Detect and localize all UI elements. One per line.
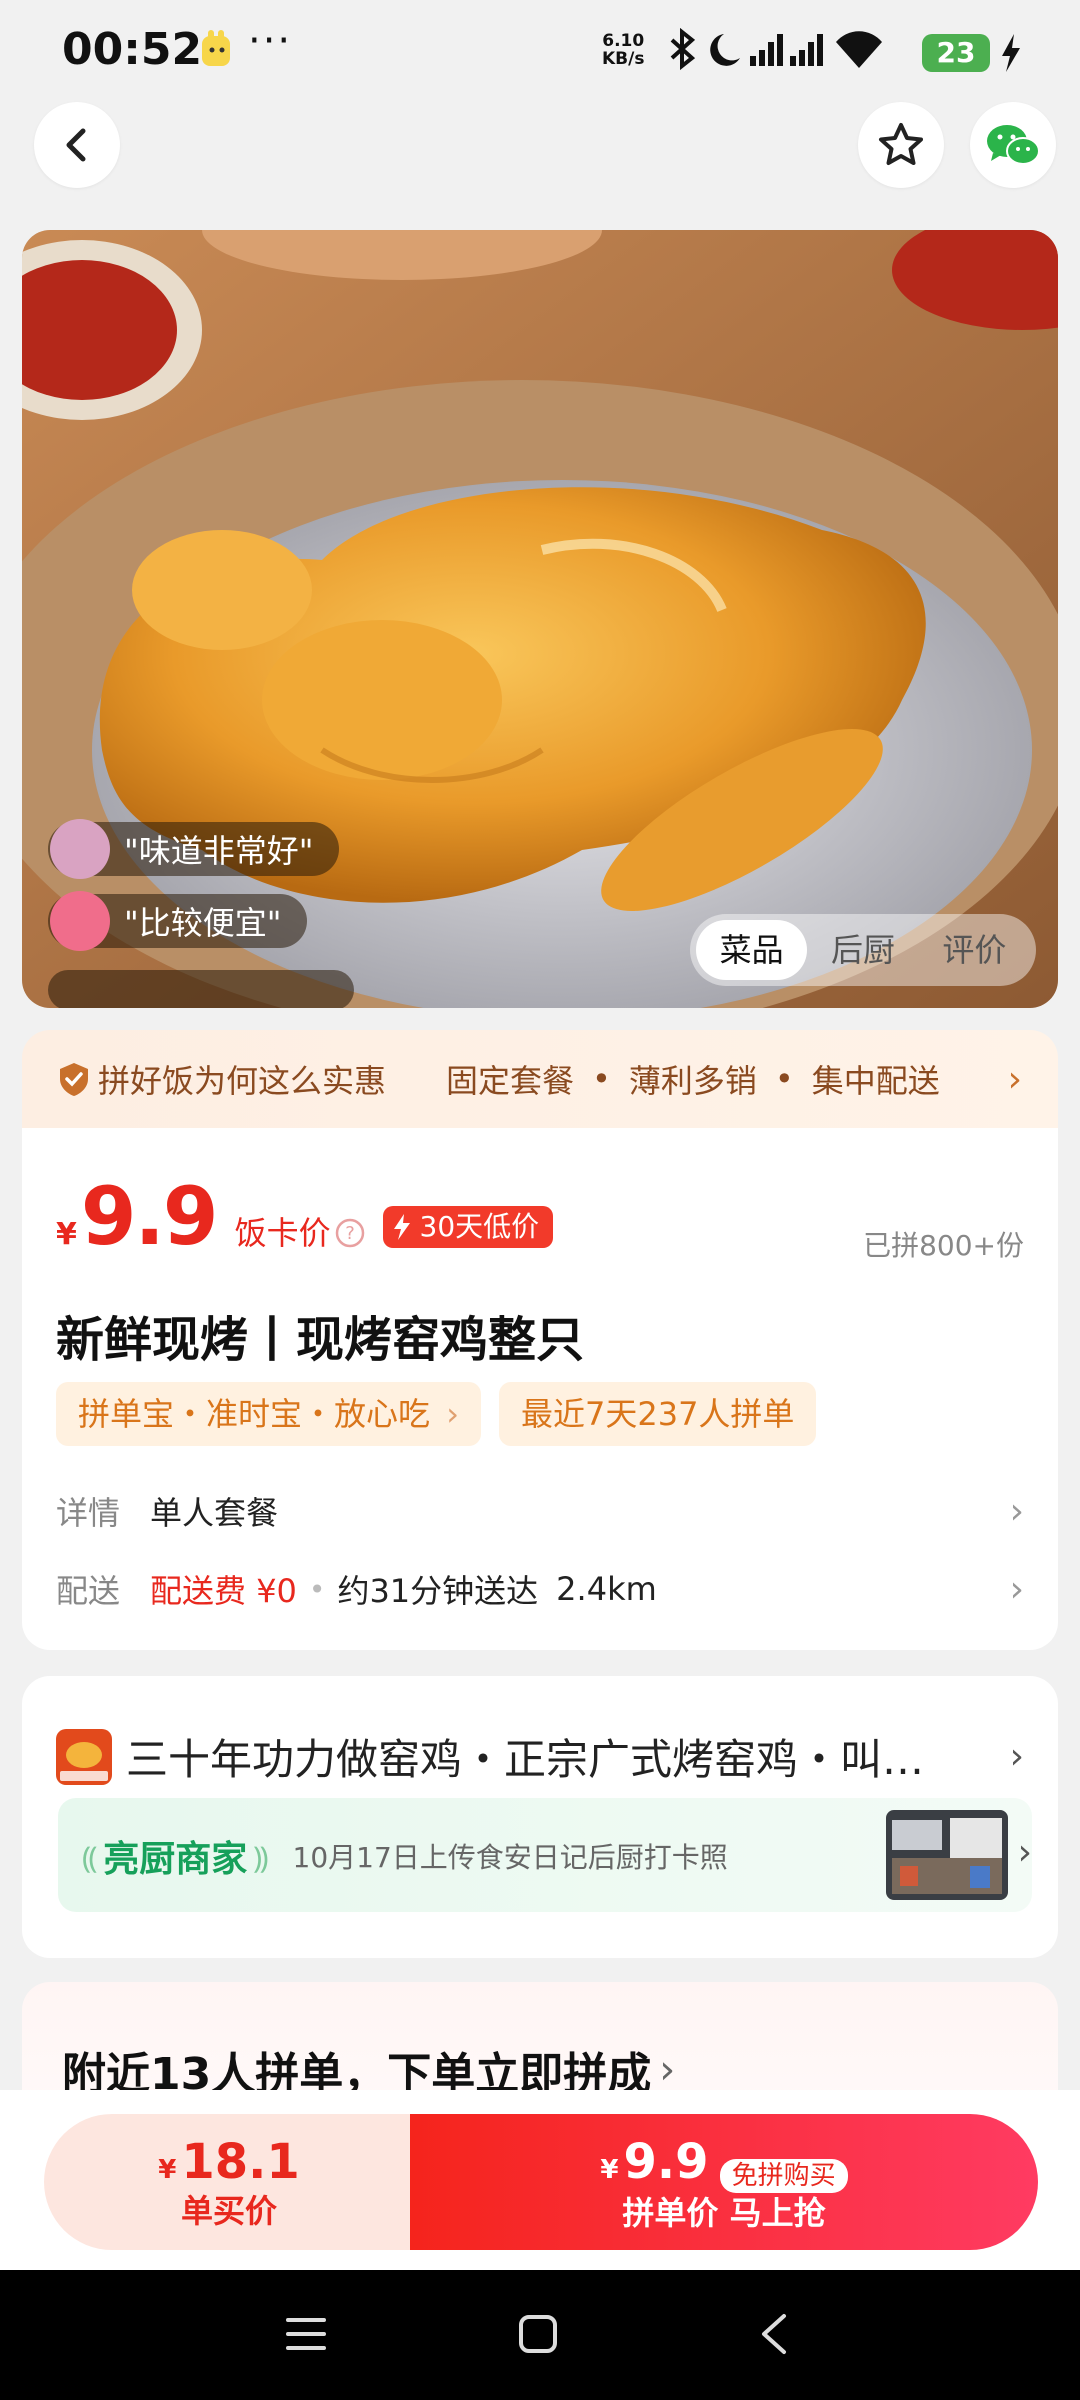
svg-text:?: ? xyxy=(345,1223,355,1244)
product-info-card: ¥ 9.9 饭卡价 ? 30天低价 已拼800+份 新鲜现烤丨现烤窑鸡整只 拼单… xyxy=(22,1128,1058,1650)
laurel-right-icon: ⸩ xyxy=(253,1840,269,1876)
delivery-distance: 2.4km xyxy=(556,1570,657,1608)
delivery-time: 约31分钟送达 xyxy=(337,1572,539,1610)
moon-icon xyxy=(710,34,740,66)
delivery-label: 配送 xyxy=(56,1572,121,1610)
price: 9.9 xyxy=(80,1170,219,1263)
comment-bubble: "味道非常好" xyxy=(48,819,340,879)
kitchen-banner[interactable]: ⸨ 亮厨商家 ⸩ 10月17日上传食安日记后厨打卡照 › xyxy=(58,1798,1032,1912)
shop-card[interactable]: 三十年功力做窑鸡・正宗广式烤窑鸡・叫… › ⸨ 亮厨商家 ⸩ 10月17日上传食… xyxy=(22,1676,1058,1958)
status-time: 00:52 xyxy=(62,24,203,75)
comment-bubble xyxy=(48,970,354,1008)
net-speed: 6.10 KB/s xyxy=(602,31,645,69)
sold-count: 已拼800+份 xyxy=(863,1229,1024,1262)
lightning-icon xyxy=(393,1214,410,1240)
group-label: 拼单价 马上抢 xyxy=(622,2194,826,2232)
kitchen-photo[interactable] xyxy=(886,1810,1008,1900)
comment-bubble: "比较便宜" xyxy=(48,891,308,951)
signal-2-icon xyxy=(790,34,823,66)
chevron-right-icon: › xyxy=(1009,1568,1024,1610)
avatar xyxy=(50,819,110,879)
status-icons xyxy=(670,28,882,71)
promo-point: 薄利多销 xyxy=(628,1062,757,1100)
group-price: 9.9 xyxy=(623,2134,709,2190)
menu-icon[interactable] xyxy=(286,2314,326,2354)
star-icon xyxy=(879,123,923,165)
single-label: 单买价 xyxy=(180,2192,277,2230)
low-price-badge: 30天低价 xyxy=(382,1206,554,1248)
recent-orders-chip: 最近7天237人拼单 xyxy=(498,1382,817,1446)
detail-value: 单人套餐 xyxy=(150,1494,279,1532)
back-icon xyxy=(66,128,86,162)
back-button[interactable] xyxy=(34,102,120,188)
laurel-left-icon: ⸨ xyxy=(82,1840,98,1876)
avatar xyxy=(50,891,110,951)
charging-icon xyxy=(1002,34,1020,72)
kitchen-text: 10月17日上传食安日记后厨打卡照 xyxy=(292,1841,728,1874)
group-buy-button[interactable]: ¥ 9.9 免拼购买 拼单价 马上抢 xyxy=(410,2114,1038,2250)
nav-back-icon[interactable] xyxy=(756,2312,792,2356)
product-image[interactable]: "味道非常好" "比较便宜" 菜品 后厨 评价 xyxy=(22,230,1058,1008)
single-buy-button[interactable]: ¥ 18.1 单买价 xyxy=(44,2114,414,2250)
price-row: ¥ 9.9 饭卡价 ? 30天低价 xyxy=(56,1170,554,1263)
chevron-right-icon: › xyxy=(1017,1832,1032,1873)
wechat-icon xyxy=(987,125,1040,165)
tab-kitchen[interactable]: 后厨 xyxy=(807,920,918,980)
price-label: 饭卡价 xyxy=(234,1214,331,1252)
system-nav-bar xyxy=(0,2270,1080,2400)
kitchen-title: 亮厨商家 xyxy=(103,1839,248,1880)
promo-point: 固定套餐 xyxy=(446,1062,575,1100)
shop-name: 三十年功力做窑鸡・正宗广式烤窑鸡・叫… xyxy=(126,1735,925,1784)
image-tabs: 菜品 后厨 评价 xyxy=(690,914,1036,986)
detail-label: 详情 xyxy=(56,1494,121,1532)
bottom-action-bar: ¥ 18.1 单买价 ¥ 9.9 免拼购买 拼单价 马上抢 xyxy=(0,2090,1080,2270)
chevron-right-icon: › xyxy=(659,2047,676,2093)
status-bar: 00:52 ··· 6.10 KB/s 23 xyxy=(0,0,1080,100)
delivery-fee: 配送费 ¥0 xyxy=(150,1572,297,1610)
bluetooth-icon xyxy=(670,28,696,71)
wifi-icon xyxy=(836,31,882,68)
favorite-button[interactable] xyxy=(858,102,944,188)
home-icon[interactable] xyxy=(518,2314,558,2354)
promo-dot: • xyxy=(592,1060,611,1098)
product-title: 新鲜现烤丨现烤窑鸡整只 xyxy=(56,1312,585,1368)
tab-reviews[interactable]: 评价 xyxy=(919,920,1030,980)
signal-icon xyxy=(750,34,783,66)
help-icon[interactable]: ? xyxy=(335,1218,365,1248)
promo-point: 集中配送 xyxy=(811,1062,940,1100)
app-notification-icon xyxy=(202,30,230,66)
detail-row[interactable]: 详情 单人套餐 › xyxy=(56,1488,1024,1534)
tab-dishes[interactable]: 菜品 xyxy=(696,920,808,980)
shop-logo xyxy=(56,1728,112,1785)
chip-row: 拼单宝・准时宝・放心吃 › 最近7天237人拼单 xyxy=(56,1382,817,1446)
promo-dot: • xyxy=(774,1060,794,1098)
chevron-right-icon: › xyxy=(446,1395,459,1433)
battery-icon: 23 xyxy=(922,34,990,72)
shield-icon xyxy=(60,1063,88,1096)
chevron-right-icon: › xyxy=(1007,1058,1022,1100)
currency-symbol: ¥ xyxy=(56,1217,77,1252)
roast-chicken-illustration xyxy=(22,230,1058,1008)
chevron-right-icon: › xyxy=(1009,1736,1024,1777)
separator-dot: • xyxy=(308,1572,326,1606)
delivery-row[interactable]: 配送 配送费 ¥0 • 约31分钟送达 2.4km › xyxy=(56,1566,1024,1612)
promo-label: 拼好饭为何这么实惠 xyxy=(98,1062,387,1100)
promo-strip[interactable]: 拼好饭为何这么实惠 固定套餐 • 薄利多销 • 集中配送 › xyxy=(22,1030,1058,1128)
status-more-icon: ··· xyxy=(248,18,293,64)
chevron-right-icon: › xyxy=(1009,1490,1024,1532)
shop-row[interactable]: 三十年功力做窑鸡・正宗广式烤窑鸡・叫… › xyxy=(56,1726,1024,1787)
guarantee-chip[interactable]: 拼单宝・准时宝・放心吃 › xyxy=(56,1382,481,1446)
share-wechat-button[interactable] xyxy=(970,102,1056,188)
single-price: 18.1 xyxy=(181,2134,300,2190)
